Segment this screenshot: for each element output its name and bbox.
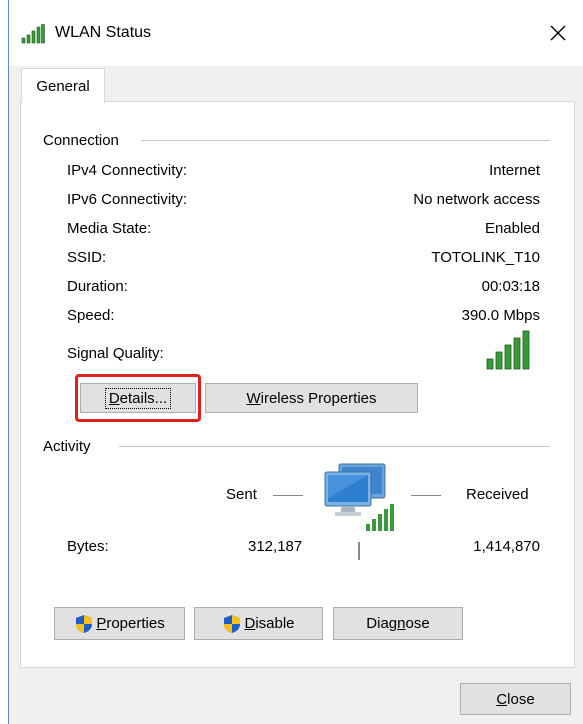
wireless-properties-button[interactable]: Wireless Properties: [205, 383, 418, 413]
tab-general-label: General: [36, 77, 90, 95]
disable-button-label: Disable: [244, 615, 295, 632]
media-state-value: Enabled: [484, 220, 540, 237]
details-button[interactable]: Details...: [80, 383, 196, 413]
ssid-value: TOTOLINK_T10: [431, 249, 540, 266]
bytes-label: Bytes:: [67, 538, 109, 555]
activity-group-label: Activity: [43, 438, 101, 455]
uac-shield-icon: [224, 614, 241, 633]
signal-strength-icon: [486, 330, 530, 370]
ipv4-connectivity-label: IPv4 Connectivity:: [67, 162, 188, 179]
received-label: Received: [466, 486, 529, 503]
media-state-label: Media State:: [67, 220, 152, 237]
activity-separator: [358, 542, 360, 560]
ipv6-connectivity-value: No network access: [413, 191, 540, 208]
details-button-label: Details...: [104, 387, 172, 409]
uac-shield-icon: [76, 614, 93, 633]
speed-value: 390.0 Mbps: [461, 307, 540, 324]
close-button[interactable]: Close: [460, 683, 571, 715]
activity-divider: [119, 446, 550, 447]
tab-general[interactable]: General: [21, 68, 105, 103]
close-icon: [550, 25, 566, 41]
close-button-label: Close: [496, 690, 535, 708]
bytes-sent-value: 312,187: [248, 538, 303, 555]
ipv4-connectivity-value: Internet: [489, 162, 540, 179]
sent-label: Sent: [226, 486, 257, 503]
bytes-received-value: 1,414,870: [473, 538, 540, 555]
general-tab-panel: Connection IPv4 Connectivity: Internet I…: [20, 101, 575, 668]
window-close-button[interactable]: [540, 18, 576, 48]
diagnose-button[interactable]: Diagnose: [333, 607, 463, 640]
ipv6-connectivity-label: IPv6 Connectivity:: [67, 191, 188, 208]
properties-button-label: Properties: [96, 615, 165, 632]
wlan-status-window: WLAN Status General Connection IPv4 Conn…: [8, 0, 583, 724]
network-computers-icon: [324, 463, 394, 531]
ssid-label: SSID:: [67, 249, 107, 266]
diagnose-button-label: Diagnose: [366, 615, 430, 632]
title-bar: WLAN Status: [9, 0, 583, 66]
wlan-signal-icon: [21, 24, 45, 44]
wireless-properties-button-label: Wireless Properties: [246, 389, 377, 407]
properties-button[interactable]: Properties: [54, 607, 185, 640]
sent-line: [273, 495, 303, 496]
speed-label: Speed:: [67, 307, 115, 324]
connection-group-label: Connection: [43, 132, 129, 149]
disable-button[interactable]: Disable: [194, 607, 323, 640]
window-title: WLAN Status: [55, 24, 152, 41]
duration-value: 00:03:18: [481, 278, 540, 295]
connection-divider: [141, 140, 550, 141]
duration-label: Duration:: [67, 278, 128, 295]
received-line: [411, 495, 441, 496]
signal-quality-label: Signal Quality:: [67, 345, 164, 362]
